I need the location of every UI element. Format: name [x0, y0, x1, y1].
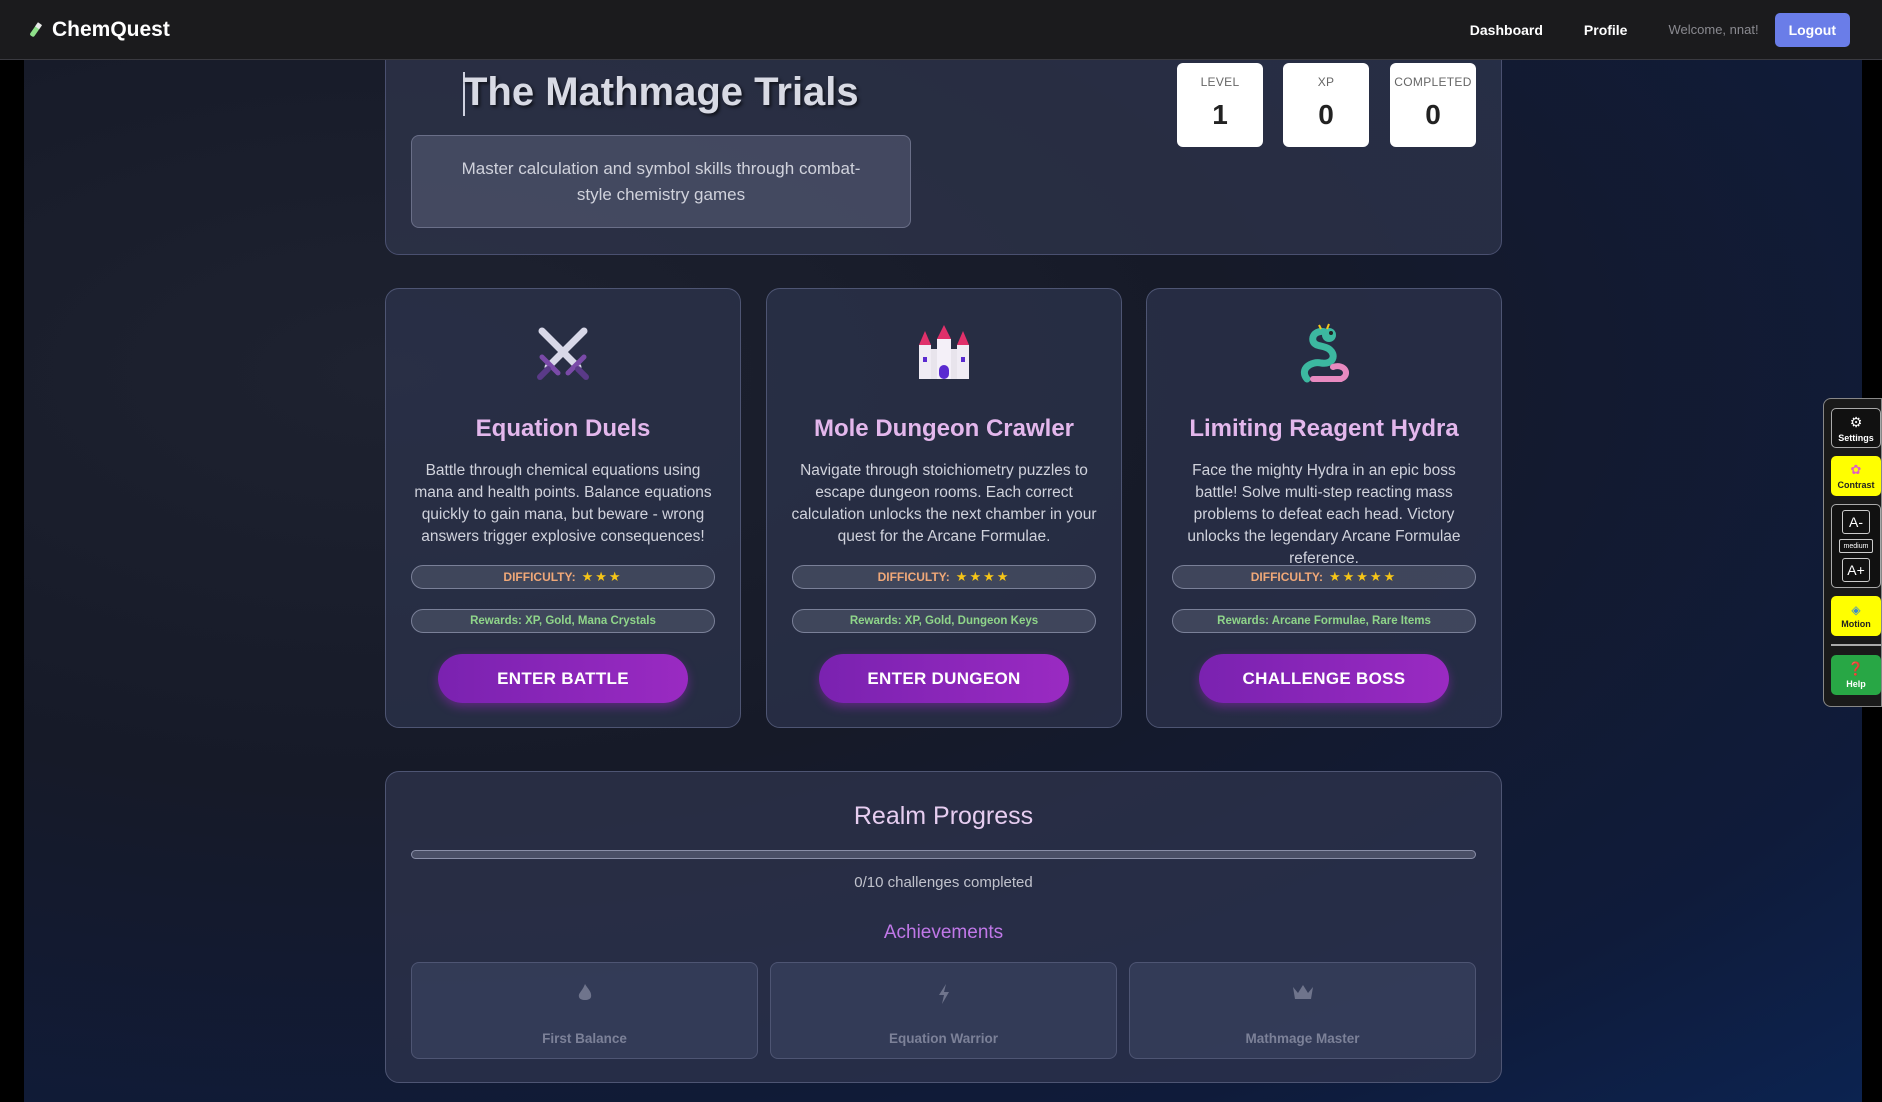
help-label: Help	[1846, 679, 1866, 689]
card-description: Navigate through stoichiometry puzzles t…	[791, 462, 1097, 545]
card-description: Face the mighty Hydra in an epic boss ba…	[1187, 462, 1461, 567]
achievement-label: First Balance	[542, 1031, 627, 1046]
castle-icon	[767, 323, 1121, 385]
rewards-badge: Rewards: XP, Gold, Mana Crystals	[411, 609, 715, 633]
card-title: Mole Dungeon Crawler	[813, 415, 1075, 442]
card-description: Battle through chemical equations using …	[414, 462, 712, 545]
achievement-equation-warrior: Equation Warrior	[770, 962, 1117, 1059]
progress-title: Realm Progress	[853, 802, 1034, 830]
game-card-equation-duels: Equation Duels Battle through chemical e…	[385, 288, 741, 728]
challenge-boss-button[interactable]: CHALLENGE BOSS	[1199, 654, 1449, 703]
card-title: Limiting Reagent Hydra	[1189, 415, 1459, 442]
font-decrease-button[interactable]: A-	[1842, 510, 1870, 534]
font-size-controls: A- medium A+	[1831, 504, 1881, 588]
realm-progress-panel: Realm Progress 0/10 challenges completed…	[385, 771, 1502, 1083]
achievement-label: Mathmage Master	[1245, 1031, 1360, 1046]
stat-value: 0	[1318, 99, 1334, 130]
stat-label: COMPLETED	[1394, 75, 1472, 89]
game-card-hydra: Limiting Reagent Hydra Face the mighty H…	[1146, 288, 1502, 728]
stat-label: LEVEL	[1200, 75, 1240, 89]
difficulty-badge: DIFFICULTY: ★★★★	[792, 565, 1096, 589]
difficulty-label: DIFFICULTY:	[877, 570, 950, 584]
accessibility-toolbar: ⚙ Settings ✿ Contrast A- medium A+ ◈ Mot…	[1823, 398, 1882, 707]
palette-icon: ✿	[1850, 462, 1862, 477]
crown-icon	[1130, 983, 1475, 1001]
difficulty-stars: ★★★★	[955, 569, 1011, 584]
difficulty-label: DIFFICULTY:	[1250, 570, 1323, 584]
crossed-swords-icon	[386, 323, 740, 385]
achievements-title: Achievements	[883, 922, 1004, 943]
motion-icon: ◈	[1851, 603, 1861, 617]
enter-battle-button[interactable]: ENTER BATTLE	[438, 654, 688, 703]
progress-bar	[411, 850, 1476, 859]
font-increase-button[interactable]: A+	[1842, 558, 1870, 582]
stat-value: 1	[1212, 99, 1228, 130]
stat-label: XP	[1317, 75, 1335, 89]
help-button[interactable]: ❓ Help	[1831, 655, 1881, 695]
subtitle-box: Master calculation and symbol skills thr…	[411, 135, 911, 228]
progress-text: 0/10 challenges completed	[854, 874, 1033, 891]
contrast-label: Contrast	[1837, 480, 1875, 490]
rewards-badge: Rewards: Arcane Formulae, Rare Items	[1172, 609, 1476, 633]
difficulty-badge: DIFFICULTY: ★★★★★	[1172, 565, 1476, 589]
stat-completed: COMPLETED 0	[1390, 63, 1476, 147]
welcome-text: Welcome, nnat!	[1668, 22, 1759, 37]
brand-name: ChemQuest	[52, 17, 170, 41]
question-icon: ❓	[1847, 661, 1865, 676]
logout-button[interactable]: Logout	[1774, 12, 1850, 47]
flame-icon	[412, 983, 757, 1003]
motion-button[interactable]: ◈ Motion	[1831, 596, 1881, 636]
rewards-badge: Rewards: XP, Gold, Dungeon Keys	[792, 609, 1096, 633]
achievement-label: Equation Warrior	[888, 1031, 998, 1046]
contrast-button[interactable]: ✿ Contrast	[1831, 456, 1881, 496]
difficulty-badge: DIFFICULTY: ★★★	[411, 565, 715, 589]
page-title: The Mathmage Trials	[463, 70, 859, 114]
settings-button[interactable]: ⚙ Settings	[1831, 408, 1881, 448]
difficulty-stars: ★★★★★	[1328, 569, 1398, 584]
brand-logo[interactable]: ChemQuest	[26, 18, 170, 42]
nav-link-profile[interactable]: Profile	[1584, 22, 1628, 38]
achievement-first-balance: First Balance	[411, 962, 758, 1059]
stat-value: 0	[1425, 99, 1441, 130]
stat-level: LEVEL 1	[1177, 63, 1263, 147]
settings-label: Settings	[1838, 432, 1874, 443]
toolbar-divider	[1831, 644, 1881, 646]
nav-link-dashboard[interactable]: Dashboard	[1470, 22, 1543, 38]
navbar: ChemQuest Dashboard Profile Welcome, nna…	[0, 0, 1882, 60]
dragon-icon	[1147, 323, 1501, 385]
difficulty-label: DIFFICULTY:	[503, 570, 576, 584]
motion-label: Motion	[1841, 619, 1871, 629]
card-title: Equation Duels	[475, 415, 651, 442]
enter-dungeon-button[interactable]: ENTER DUNGEON	[819, 654, 1069, 703]
gear-icon: ⚙	[1849, 413, 1863, 430]
font-size-indicator: medium	[1839, 539, 1873, 553]
difficulty-stars: ★★★	[581, 569, 623, 584]
achievement-mathmage-master: Mathmage Master	[1129, 962, 1476, 1059]
test-tube-icon	[26, 21, 44, 39]
game-card-mole-dungeon: Mole Dungeon Crawler Navigate through st…	[766, 288, 1122, 728]
lightning-icon	[771, 983, 1116, 1005]
stat-xp: XP 0	[1283, 63, 1369, 147]
